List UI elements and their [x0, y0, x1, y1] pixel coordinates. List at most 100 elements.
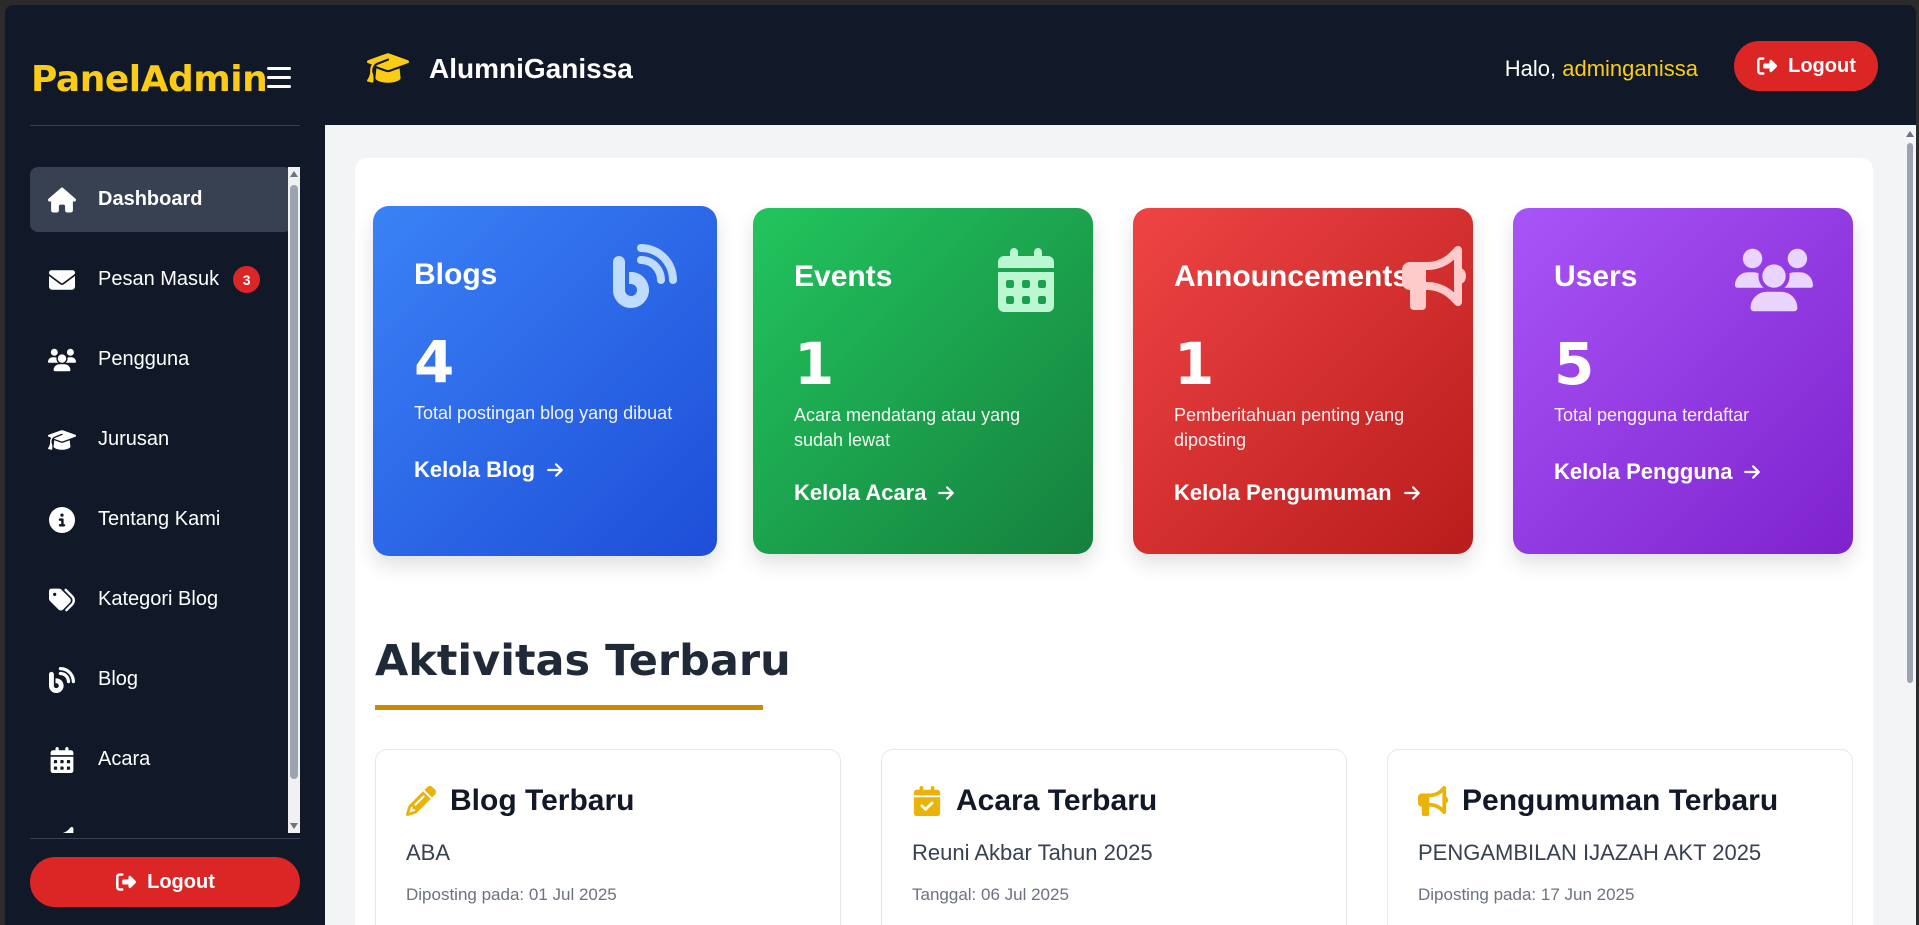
- arrow-right-icon: [1744, 465, 1761, 479]
- scrollbar-thumb[interactable]: [290, 185, 298, 779]
- scroll-up-arrow-icon[interactable]: [1906, 131, 1914, 137]
- app-window: PanelAdmin Dashboard Pesan Masuk 3 Pengg…: [5, 5, 1916, 925]
- stat-card-events: Events 1 Acara mendatang atau yang sudah…: [753, 208, 1093, 554]
- user-greeting: Halo, adminganissa: [1505, 56, 1698, 82]
- stat-card-title: Users: [1554, 260, 1638, 293]
- recent-event-date: Tanggal: 06 Jul 2025: [912, 885, 1069, 904]
- recent-announcement-card: Pengumuman Terbaru PENGAMBILAN IJAZAH AK…: [1387, 749, 1853, 925]
- stat-card-description: Total pengguna terdaftar: [1554, 405, 1750, 425]
- section-title: Aktivitas Terbaru: [375, 636, 791, 686]
- recent-blog-date: Diposting pada: 01 Jul 2025: [406, 885, 617, 904]
- recent-blog-title[interactable]: ABA: [406, 840, 450, 866]
- hamburger-menu-icon[interactable]: [267, 67, 291, 89]
- sidebar-item-jurusan[interactable]: Jurusan: [30, 407, 292, 472]
- recent-announcement-date: Diposting pada: 17 Jun 2025: [1418, 885, 1635, 904]
- link-label: Kelola Blog: [414, 457, 536, 482]
- sidebar-item-label: Pesan Masuk: [98, 268, 220, 290]
- users-icon: [48, 347, 78, 373]
- users-icon: [1735, 248, 1813, 312]
- scroll-up-arrow-icon[interactable]: [290, 171, 298, 177]
- blog-icon: [48, 666, 78, 693]
- arrow-right-icon: [1403, 486, 1420, 500]
- manage-events-link[interactable]: Kelola Acara: [794, 480, 956, 506]
- app-title[interactable]: AlumniGanissa: [429, 53, 633, 85]
- main-scrollbar[interactable]: [1906, 131, 1914, 921]
- arrow-right-icon: [938, 486, 955, 500]
- sidebar-item-label: Blog: [98, 668, 139, 690]
- sidebar-item-label: Pengguna: [98, 348, 190, 370]
- sidebar-nav: Dashboard Pesan Masuk 3 Pengguna Jurusan…: [30, 167, 292, 833]
- sidebar-item-label: Kategori Blog: [98, 588, 219, 610]
- stat-card-title: Blogs: [414, 258, 498, 291]
- card-heading-label: Acara Terbaru: [956, 784, 1158, 817]
- logout-label: Logout: [1788, 54, 1856, 77]
- sidebar-scrollbar[interactable]: [288, 167, 300, 833]
- card-heading-label: Blog Terbaru: [450, 784, 635, 817]
- stat-card-value: 4: [414, 328, 455, 396]
- stat-card-announcements: Announcements 1 Pemberitahuan penting ya…: [1133, 208, 1473, 554]
- tags-icon: [48, 587, 78, 613]
- greeting-prefix: Halo,: [1504, 56, 1563, 81]
- link-label: Kelola Pengumuman: [1174, 480, 1392, 505]
- bullhorn-icon: [48, 826, 78, 833]
- info-icon: [48, 506, 78, 533]
- divider: [30, 125, 300, 126]
- sidebar-logout-button[interactable]: Logout: [30, 857, 300, 907]
- username: adminganissa: [1562, 56, 1698, 81]
- manage-users-link[interactable]: Kelola Pengguna: [1554, 459, 1762, 485]
- sidebar-item-label: Jurusan: [98, 428, 170, 450]
- dashboard-panel: Blogs 4 Total postingan blog yang dibuat…: [355, 158, 1873, 925]
- recent-announcement-title[interactable]: PENGAMBILAN IJAZAH AKT 2025: [1418, 840, 1761, 866]
- stat-card-description: Acara mendatang atau yang sudah lewat: [794, 405, 1021, 450]
- stat-card-value: 5: [1554, 330, 1595, 398]
- link-label: Kelola Acara: [794, 480, 927, 505]
- home-icon: [48, 187, 78, 213]
- topbar-logout-button[interactable]: Logout: [1734, 41, 1878, 91]
- pencil-icon: [406, 786, 436, 816]
- stat-card-blogs: Blogs 4 Total postingan blog yang dibuat…: [373, 206, 717, 556]
- graduation-cap-icon: [366, 50, 409, 86]
- card-heading: Blog Terbaru: [406, 784, 634, 818]
- divider: [30, 838, 300, 839]
- logout-icon: [116, 873, 137, 891]
- stat-card-description: Total postingan blog yang dibuat: [414, 403, 673, 423]
- blog-icon: [613, 244, 677, 308]
- scroll-down-arrow-icon[interactable]: [290, 823, 298, 829]
- card-heading-label: Pengumuman Terbaru: [1462, 784, 1779, 817]
- sidebar-item-partial[interactable]: [30, 807, 292, 833]
- sidebar-item-pesan-masuk[interactable]: Pesan Masuk 3: [30, 247, 292, 312]
- stat-card-title: Announcements: [1174, 260, 1410, 293]
- logout-icon: [1757, 57, 1778, 75]
- recent-blog-card: Blog Terbaru ABA Diposting pada: 01 Jul …: [375, 749, 841, 925]
- sidebar-item-tentang-kami[interactable]: Tentang Kami: [30, 487, 292, 552]
- calendar-icon: [998, 248, 1054, 312]
- recent-event-card: Acara Terbaru Reuni Akbar Tahun 2025 Tan…: [881, 749, 1347, 925]
- sidebar-item-label: Dashboard: [98, 188, 203, 210]
- sidebar-item-label: Tentang Kami: [98, 508, 221, 530]
- section-underline: [375, 705, 763, 710]
- stat-card-users: Users 5 Total pengguna terdaftar Kelola …: [1513, 208, 1853, 554]
- sidebar-item-pengguna[interactable]: Pengguna: [30, 327, 292, 392]
- sidebar: PanelAdmin Dashboard Pesan Masuk 3 Pengg…: [5, 5, 325, 925]
- graduation-cap-icon: [48, 427, 78, 453]
- card-heading: Acara Terbaru: [912, 784, 1157, 818]
- calendar-icon: [48, 746, 78, 773]
- brand-logo[interactable]: PanelAdmin: [31, 59, 268, 100]
- sidebar-item-blog[interactable]: Blog: [30, 647, 292, 712]
- sidebar-item-dashboard[interactable]: Dashboard: [30, 167, 292, 232]
- sidebar-item-label: Acara: [98, 748, 151, 770]
- calendar-check-icon: [913, 786, 941, 816]
- scrollbar-thumb[interactable]: [1907, 143, 1913, 683]
- sidebar-item-acara[interactable]: Acara: [30, 727, 292, 792]
- manage-announcements-link[interactable]: Kelola Pengumuman: [1174, 480, 1422, 506]
- manage-blog-link[interactable]: Kelola Blog: [414, 457, 565, 483]
- logout-label: Logout: [147, 870, 215, 893]
- unread-count-badge: 3: [233, 266, 261, 293]
- stat-card-description: Pemberitahuan penting yang diposting: [1174, 405, 1405, 450]
- stat-card-title: Events: [794, 260, 893, 293]
- card-heading: Pengumuman Terbaru: [1418, 784, 1778, 818]
- bullhorn-icon: [1401, 245, 1467, 310]
- sidebar-item-kategori-blog[interactable]: Kategori Blog: [30, 567, 292, 632]
- recent-event-title[interactable]: Reuni Akbar Tahun 2025: [912, 840, 1153, 866]
- envelope-icon: [48, 267, 78, 293]
